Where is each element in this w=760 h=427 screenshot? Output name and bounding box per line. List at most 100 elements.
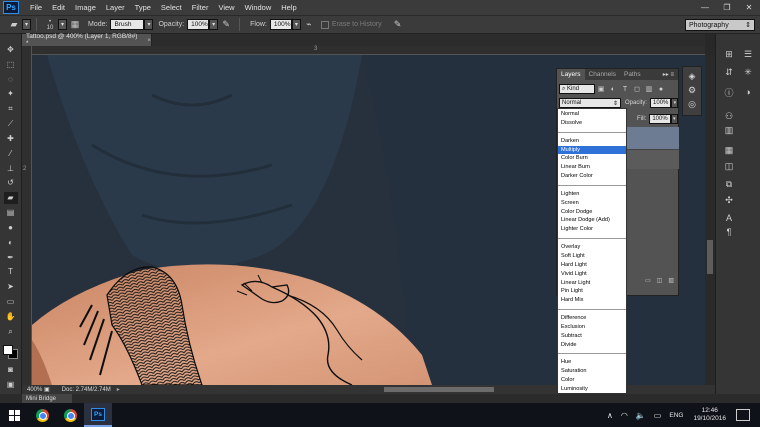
blend-option-lighten[interactable]: Lighten xyxy=(558,190,626,199)
layers-icon[interactable]: ◈ xyxy=(689,71,696,85)
crop-tool-icon[interactable]: ⌗ xyxy=(4,103,18,115)
chevron-up-icon[interactable]: ∧ xyxy=(607,411,613,420)
type-tool-icon[interactable]: T xyxy=(4,266,18,278)
flow-dropdown-arrow[interactable]: ▾ xyxy=(291,19,301,30)
doc-info[interactable]: Doc: 2.74M/2.74M xyxy=(62,387,111,393)
blend-option-hue[interactable]: Hue xyxy=(558,358,626,367)
opacity-dropdown-arrow[interactable]: ▾ xyxy=(209,19,219,30)
maximize-icon[interactable]: ❐ xyxy=(716,0,738,15)
navigator-icon[interactable]: ⇵ xyxy=(722,66,736,78)
histogram-icon[interactable]: ⊞ xyxy=(722,48,736,60)
lasso-tool-icon[interactable]: ◌ xyxy=(4,74,18,86)
close-tab-icon[interactable]: × xyxy=(147,37,151,44)
blend-option-dissolve[interactable]: Dissolve xyxy=(558,119,626,128)
panel-menu-icon[interactable]: ▸▸ ≡ xyxy=(663,71,674,78)
blend-option-linear-light[interactable]: Linear Light xyxy=(558,279,626,288)
adjustment-filter-icon[interactable]: ◐ xyxy=(607,86,619,93)
hand-tool-icon[interactable]: ✋ xyxy=(4,311,18,323)
blend-option-subtract[interactable]: Subtract xyxy=(558,332,626,341)
blend-option-multiply[interactable]: Multiply xyxy=(558,145,626,155)
menu-help[interactable]: Help xyxy=(276,3,301,12)
delete-layer-icon[interactable]: ▥ xyxy=(668,277,674,287)
healing-brush-tool-icon[interactable]: ✚ xyxy=(4,133,18,145)
filter-toggle-icon[interactable]: ● xyxy=(655,86,667,93)
minimize-icon[interactable]: — xyxy=(694,0,716,15)
layer-fill-input[interactable]: 100% xyxy=(649,114,671,124)
close-icon[interactable]: ✕ xyxy=(738,0,760,15)
blend-mode-select[interactable]: Normal ⇕ xyxy=(559,98,621,108)
menu-type[interactable]: Type xyxy=(130,3,156,12)
clone-source-icon[interactable]: ⚇ xyxy=(722,110,736,122)
dodge-tool-icon[interactable]: ◐ xyxy=(4,237,18,249)
menu-view[interactable]: View xyxy=(213,3,239,12)
actions-icon[interactable]: ✣ xyxy=(722,194,736,206)
new-layer-icon[interactable]: ◫ xyxy=(657,277,663,287)
volume-icon[interactable]: 🔈 xyxy=(636,411,646,420)
blend-option-darker-color[interactable]: Darker Color xyxy=(558,172,626,181)
blend-option-saturation[interactable]: Saturation xyxy=(558,367,626,376)
opacity-input[interactable]: 100% xyxy=(187,19,210,30)
blend-option-lighter-color[interactable]: Lighter Color xyxy=(558,225,626,234)
horizontal-scrollbar-thumb[interactable] xyxy=(384,387,494,392)
tab-channels[interactable]: Channels xyxy=(585,69,620,80)
color-icon[interactable]: ◑ xyxy=(741,86,755,98)
tool-preset-dropdown[interactable]: ▾ xyxy=(22,19,31,30)
blend-option-exclusion[interactable]: Exclusion xyxy=(558,323,626,332)
blend-option-hard-mix[interactable]: Hard Mix xyxy=(558,296,626,305)
styles-icon[interactable]: ◫ xyxy=(722,160,736,172)
menu-image[interactable]: Image xyxy=(70,3,101,12)
clock[interactable]: 12:46 19/10/2016 xyxy=(693,407,726,423)
brush-settings-icon[interactable]: ✳ xyxy=(741,66,755,78)
menu-window[interactable]: Window xyxy=(240,3,277,12)
swatches-icon[interactable]: ▦ xyxy=(722,144,736,156)
color-swatches[interactable] xyxy=(2,344,19,359)
mode-dropdown-arrow[interactable]: ▾ xyxy=(144,19,154,30)
brush-tool-icon[interactable]: ⁄ xyxy=(4,148,18,160)
menu-filter[interactable]: Filter xyxy=(187,3,214,12)
taskbar-chrome-1[interactable] xyxy=(28,403,56,427)
type-filter-icon[interactable]: T xyxy=(619,86,631,93)
windows-start-button[interactable] xyxy=(0,403,28,427)
blend-option-linear-burn[interactable]: Linear Burn xyxy=(558,163,626,172)
quick-select-tool-icon[interactable]: ✦ xyxy=(4,88,18,100)
brush-panel-icon[interactable]: ▦ xyxy=(67,18,83,31)
blend-option-color[interactable]: Color xyxy=(558,376,626,385)
blend-option-screen[interactable]: Screen xyxy=(558,199,626,208)
pen-tool-icon[interactable]: ✒ xyxy=(4,252,18,264)
layer-row-selected[interactable] xyxy=(627,127,679,149)
menu-file[interactable]: File xyxy=(25,3,47,12)
menu-edit[interactable]: Edit xyxy=(47,3,70,12)
move-tool-icon[interactable]: ✥ xyxy=(4,44,18,56)
blend-option-hard-light[interactable]: Hard Light xyxy=(558,261,626,270)
layer-row[interactable] xyxy=(627,149,679,169)
taskbar-chrome-2[interactable] xyxy=(56,403,84,427)
menu-select[interactable]: Select xyxy=(156,3,187,12)
layer-opacity-input[interactable]: 100% xyxy=(650,98,672,108)
menu-layer[interactable]: Layer xyxy=(101,3,130,12)
tool-presets-icon[interactable]: ▥ xyxy=(722,124,736,136)
quick-mask-icon[interactable]: ◙ xyxy=(4,364,18,376)
channels-icon[interactable]: ⚙ xyxy=(688,85,696,99)
gradient-tool-icon[interactable]: ▤ xyxy=(4,207,18,219)
blend-option-divide[interactable]: Divide xyxy=(558,341,626,350)
filter-kind-select[interactable]: ⌕ Kind xyxy=(559,84,595,94)
info-icon[interactable]: ⓘ xyxy=(722,86,736,98)
paragraph-icon[interactable]: ¶ xyxy=(722,226,736,238)
blend-option-overlay[interactable]: Overlay xyxy=(558,243,626,252)
mini-bridge-tab[interactable]: Mini Bridge xyxy=(22,394,72,403)
tab-layers[interactable]: Layers xyxy=(557,69,585,80)
wifi-icon[interactable]: ◠ xyxy=(621,411,628,420)
character-icon[interactable]: A xyxy=(722,212,736,224)
shape-tool-icon[interactable]: ▭ xyxy=(4,296,18,308)
history-icon[interactable]: ⧉ xyxy=(722,178,736,190)
new-group-icon[interactable]: ▭ xyxy=(645,277,651,287)
blend-option-vivid-light[interactable]: Vivid Light xyxy=(558,270,626,279)
status-menu-icon[interactable]: ▸ xyxy=(117,386,120,393)
blend-option-linear-dodge-add[interactable]: Linear Dodge (Add) xyxy=(558,216,626,225)
blend-option-difference[interactable]: Difference xyxy=(558,314,626,323)
paths-icon[interactable]: ◎ xyxy=(688,99,696,113)
brush-preview-icon[interactable]: • 10 xyxy=(42,18,58,31)
pixel-filter-icon[interactable]: ▣ xyxy=(595,85,607,93)
blend-option-color-burn[interactable]: Color Burn xyxy=(558,154,626,163)
eraser-tool-icon[interactable]: ▰ xyxy=(6,18,22,31)
